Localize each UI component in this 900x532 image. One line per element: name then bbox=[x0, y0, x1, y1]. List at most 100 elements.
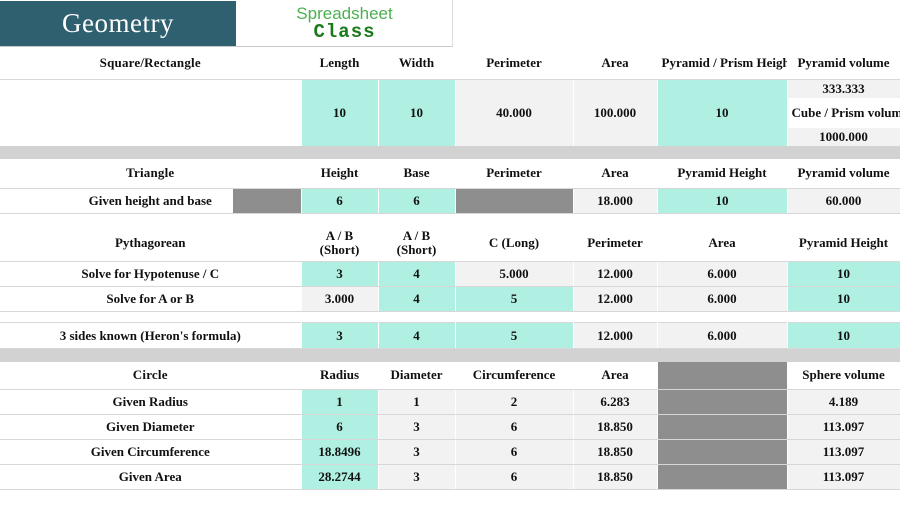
square-header-row: Square/Rectangle Length Width Perimeter … bbox=[0, 47, 900, 80]
header-triangle-height: Height bbox=[301, 158, 379, 189]
pythagorean-a-input-2[interactable]: 3 bbox=[301, 322, 379, 349]
circle-circumference-value-3: 18.850 bbox=[573, 464, 658, 490]
circle-radius-value-3: 3 bbox=[378, 464, 456, 490]
separator-band-4 bbox=[0, 348, 900, 362]
pythagorean-area-value-0: 6.000 bbox=[657, 261, 788, 287]
circle-circumference-value-0: 6.283 bbox=[573, 389, 658, 415]
pythagorean-a-input-0[interactable]: 3 bbox=[301, 261, 379, 287]
section-title-pythagorean: Pythagorean bbox=[0, 224, 302, 262]
pythagorean-pyramid-height-input-2[interactable]: 10 bbox=[787, 322, 900, 349]
table-row: Solve for A or B 3.000 4 5 12.000 6.000 … bbox=[0, 286, 900, 312]
triangle-height-input[interactable]: 6 bbox=[301, 188, 379, 214]
circle-row-label-text-0: Given Radius bbox=[112, 394, 189, 409]
circle-circumference-value-2: 18.850 bbox=[573, 439, 658, 465]
table-row: Solve for Hypotenuse / C 3 4 5.000 12.00… bbox=[0, 261, 900, 287]
circle-diameter-value-1: 6 bbox=[455, 414, 574, 440]
separator-band-2 bbox=[0, 213, 900, 225]
pythagorean-c-input-1[interactable]: 5 bbox=[455, 286, 574, 312]
circle-diameter-value-0: 2 bbox=[455, 389, 574, 415]
subtitle-spreadsheet: Spreadsheet bbox=[296, 4, 393, 23]
separator-band-1 bbox=[0, 145, 900, 159]
pythagorean-b-input-2[interactable]: 4 bbox=[378, 322, 456, 349]
pythagorean-row-label-0: Solve for Hypotenuse / C bbox=[0, 261, 302, 287]
square-perimeter-value: 40.000 bbox=[455, 79, 574, 146]
circle-header-row: Circle Radius Diameter Circumference Are… bbox=[0, 361, 900, 390]
square-length-input[interactable]: 10 bbox=[301, 79, 379, 146]
circle-circumference-value-1: 18.850 bbox=[573, 414, 658, 440]
square-row-label bbox=[0, 79, 302, 146]
triangle-pyramid-volume-value: 60.000 bbox=[787, 188, 900, 214]
pythagorean-perimeter-value-1: 12.000 bbox=[573, 286, 658, 312]
header-square-length: Length bbox=[301, 47, 379, 80]
geometry-grid: Square/Rectangle Length Width Perimeter … bbox=[0, 47, 900, 490]
table-row: 3 sides known (Heron's formula) 3 4 5 12… bbox=[0, 322, 900, 349]
circle-header-blocked bbox=[657, 361, 788, 390]
header-square-area: Area bbox=[573, 47, 658, 80]
pythagorean-a-value-1: 3.000 bbox=[301, 286, 379, 312]
circle-sphere-volume-value-1: 113.097 bbox=[787, 414, 900, 440]
header-square-width: Width bbox=[378, 47, 456, 80]
page-title: Geometry bbox=[62, 8, 174, 38]
circle-input-0[interactable]: 1 bbox=[301, 389, 379, 415]
pythagorean-perimeter-value-0: 12.000 bbox=[573, 261, 658, 287]
title-banner: Geometry Spreadsheet Class bbox=[0, 0, 900, 47]
pythagorean-area-value-1: 6.000 bbox=[657, 286, 788, 312]
circle-blocked-0 bbox=[657, 389, 788, 415]
circle-input-2[interactable]: 18.8496 bbox=[301, 439, 379, 465]
circle-blocked-3 bbox=[657, 464, 788, 490]
circle-diameter-value-3: 6 bbox=[455, 464, 574, 490]
table-row: Given Radius 1 1 2 6.283 4.189 bbox=[0, 389, 900, 415]
circle-input-1[interactable]: 6 bbox=[301, 414, 379, 440]
header-triangle-pyramid-height: Pyramid Height bbox=[657, 158, 788, 189]
header-square-pyramid-volume: Pyramid volume bbox=[787, 47, 900, 80]
square-area-value: 100.000 bbox=[573, 79, 658, 146]
pythagorean-pyramid-height-input-1[interactable]: 10 bbox=[787, 286, 900, 312]
section-title-square: Square/Rectangle bbox=[0, 47, 302, 80]
triangle-pyramid-height-input[interactable]: 10 bbox=[657, 188, 788, 214]
circle-sphere-volume-value-2: 113.097 bbox=[787, 439, 900, 465]
header-triangle-perimeter: Perimeter bbox=[455, 158, 574, 189]
circle-row-label-0: Given Radius bbox=[0, 389, 302, 415]
pythagorean-perimeter-value-2: 12.000 bbox=[573, 322, 658, 349]
circle-sphere-volume-value-0: 4.189 bbox=[787, 389, 900, 415]
header-circle-circumference: Circumference bbox=[455, 361, 574, 390]
triangle-row-label-text: Given height and base bbox=[88, 193, 212, 208]
header-pythagorean-pyramid-height: Pyramid Height bbox=[787, 224, 900, 262]
circle-blocked-1 bbox=[657, 414, 788, 440]
pythagorean-area-value-2: 6.000 bbox=[657, 322, 788, 349]
square-pyramid-prism-height-input[interactable]: 10 bbox=[657, 79, 788, 146]
circle-row-label-2: Given Circumference bbox=[0, 439, 302, 465]
triangle-perimeter-blocked bbox=[455, 188, 574, 214]
header-pythagorean-a-short: A / B (Short) bbox=[301, 224, 379, 262]
header-square-pyramid-prism-height: Pyramid / Prism Height bbox=[657, 47, 788, 80]
pythagorean-b-input-0[interactable]: 4 bbox=[378, 261, 456, 287]
circle-blocked-2 bbox=[657, 439, 788, 465]
square-pyramid-volume-value: 333.333 bbox=[787, 79, 900, 98]
section-title-circle: Circle bbox=[0, 361, 302, 390]
header-pythagorean-area: Area bbox=[657, 224, 788, 262]
circle-radius-value-1: 3 bbox=[378, 414, 456, 440]
circle-input-3[interactable]: 28.2744 bbox=[301, 464, 379, 490]
pythagorean-b-input-1[interactable]: 4 bbox=[378, 286, 456, 312]
subtitle-block: Spreadsheet Class bbox=[237, 0, 452, 47]
circle-radius-value-0: 1 bbox=[378, 389, 456, 415]
section-title-triangle: Triangle bbox=[0, 158, 302, 189]
circle-row-label-1: Given Diameter bbox=[0, 414, 302, 440]
header-circle-sphere-volume: Sphere volume bbox=[787, 361, 900, 390]
pythagorean-c-input-2[interactable]: 5 bbox=[455, 322, 574, 349]
triangle-blocked-cell-left bbox=[232, 189, 300, 213]
square-width-input[interactable]: 10 bbox=[378, 79, 456, 146]
header-circle-radius: Radius bbox=[301, 361, 379, 390]
triangle-area-value: 18.000 bbox=[573, 188, 658, 214]
triangle-base-input[interactable]: 6 bbox=[378, 188, 456, 214]
header-square-cube-prism-volume: Cube / Prism volume bbox=[787, 97, 900, 128]
square-cube-prism-volume-value: 1000.000 bbox=[787, 127, 900, 146]
header-pythagorean-perimeter: Perimeter bbox=[573, 224, 658, 262]
header-pythagorean-a-line2: (Short) bbox=[319, 241, 360, 257]
circle-sphere-volume-value-3: 113.097 bbox=[787, 464, 900, 490]
circle-diameter-value-2: 6 bbox=[455, 439, 574, 465]
pythagorean-pyramid-height-input-0[interactable]: 10 bbox=[787, 261, 900, 287]
header-pythagorean-b-line2: (Short) bbox=[396, 241, 437, 257]
header-circle-diameter: Diameter bbox=[378, 361, 456, 390]
circle-row-label-3: Given Area bbox=[0, 464, 302, 490]
